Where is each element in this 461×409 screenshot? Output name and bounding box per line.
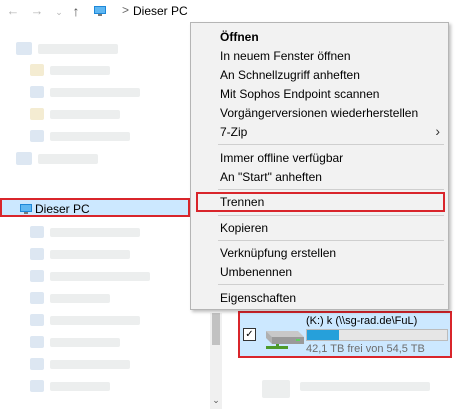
scroll-down-icon[interactable]: ⌄ <box>211 394 221 406</box>
chevron-down-icon[interactable]: ⌄ <box>50 3 68 21</box>
blurred-nav-label <box>50 110 120 119</box>
blurred-nav-icon <box>30 248 44 260</box>
navigation-pane: Dieser PC <box>0 22 210 409</box>
breadcrumb-separator: > <box>122 3 130 17</box>
blurred-drive-icon <box>262 380 290 398</box>
blurred-nav-label <box>50 360 130 369</box>
menu-item-disconnect[interactable]: Trennen <box>196 192 445 212</box>
back-icon[interactable]: ← <box>4 2 22 20</box>
nav-item-label: Dieser PC <box>35 202 90 216</box>
blurred-nav-label <box>50 88 140 97</box>
drive-usage-fill <box>307 330 340 340</box>
blurred-nav-label <box>50 250 130 259</box>
blurred-nav-label <box>50 382 110 391</box>
blurred-nav-label <box>38 44 118 54</box>
blurred-nav-label <box>50 132 130 141</box>
menu-item-label: Immer offline verfügbar <box>220 151 344 165</box>
breadcrumb-location[interactable]: Dieser PC <box>133 4 188 18</box>
blurred-nav-icon <box>30 380 44 392</box>
menu-separator <box>218 189 444 190</box>
blurred-nav-label <box>50 66 110 75</box>
menu-item-pin-to-start[interactable]: An "Start" anheften <box>191 167 448 187</box>
menu-item-label: Vorgängerversionen wiederherstellen <box>220 106 419 120</box>
nav-item-this-pc[interactable]: Dieser PC <box>0 198 190 217</box>
menu-item-label: Umbenennen <box>220 265 293 279</box>
submenu-arrow-icon: › <box>435 123 440 139</box>
forward-icon[interactable]: → <box>28 2 46 20</box>
blurred-nav-icon <box>30 336 44 348</box>
menu-item-label: 7-Zip <box>220 125 248 139</box>
blurred-nav-icon <box>16 42 32 55</box>
context-menu: Öffnen In neuem Fenster öffnen An Schnel… <box>190 22 449 310</box>
menu-item-create-shortcut[interactable]: Verknüpfung erstellen <box>191 243 448 263</box>
address-bar: ← → ⌄ ↑ > Dieser PC <box>0 0 461 22</box>
blurred-nav-icon <box>16 152 32 165</box>
menu-item-pin-quick-access[interactable]: An Schnellzugriff anheften <box>191 65 448 85</box>
menu-item-label: Kopieren <box>220 221 269 235</box>
menu-item-label: Verknüpfung erstellen <box>220 246 337 260</box>
this-pc-icon <box>20 204 32 214</box>
blurred-nav-icon <box>30 270 44 282</box>
menu-item-7zip[interactable]: 7-Zip › <box>191 122 448 142</box>
menu-item-label: Mit Sophos Endpoint scannen <box>220 87 380 101</box>
blurred-nav-icon <box>30 64 44 76</box>
up-icon[interactable]: ↑ <box>67 2 85 20</box>
menu-item-rename[interactable]: Umbenennen <box>191 262 448 282</box>
menu-item-label: An Schnellzugriff anheften <box>220 68 360 82</box>
menu-separator <box>218 144 444 145</box>
menu-item-label: An "Start" anheften <box>220 170 322 184</box>
blurred-nav-label <box>50 338 120 347</box>
blurred-nav-icon <box>30 108 44 120</box>
menu-item-label: Öffnen <box>220 30 259 44</box>
menu-item-copy[interactable]: Kopieren <box>191 218 448 238</box>
menu-item-restore-previous-versions[interactable]: Vorgängerversionen wiederherstellen <box>191 103 448 123</box>
this-pc-icon <box>94 6 106 16</box>
network-drive-icon <box>266 331 304 349</box>
blurred-nav-label <box>38 154 98 164</box>
network-drive-tile[interactable]: ✓ (K:) k (\\sg-rad.de\FuL) 42,1 TB frei … <box>238 311 452 358</box>
blurred-nav-icon <box>30 314 44 326</box>
blurred-nav-icon <box>30 86 44 98</box>
menu-item-label: In neuem Fenster öffnen <box>220 49 351 63</box>
blurred-nav-label <box>50 228 140 237</box>
blurred-nav-label <box>50 316 140 325</box>
blurred-nav-icon <box>30 226 44 238</box>
drive-usage-bar <box>306 329 448 341</box>
menu-item-label: Trennen <box>220 195 265 209</box>
menu-item-open[interactable]: Öffnen <box>191 27 448 47</box>
drive-free-space: 42,1 TB frei von 54,5 TB <box>306 343 425 355</box>
blurred-nav-label <box>50 294 110 303</box>
blurred-drive-label <box>300 382 430 391</box>
menu-item-properties[interactable]: Eigenschaften <box>191 288 448 308</box>
drive-checkbox[interactable]: ✓ <box>243 328 256 341</box>
menu-item-label: Eigenschaften <box>220 291 297 305</box>
scrollbar-thumb[interactable] <box>212 313 220 345</box>
blurred-nav-icon <box>30 130 44 142</box>
blurred-nav-icon <box>30 292 44 304</box>
menu-item-sophos-scan[interactable]: Mit Sophos Endpoint scannen <box>191 84 448 104</box>
menu-separator <box>218 240 444 241</box>
blurred-nav-label <box>50 272 150 281</box>
menu-item-always-offline[interactable]: Immer offline verfügbar <box>191 148 448 168</box>
drive-name: (K:) k (\\sg-rad.de\FuL) <box>306 315 418 327</box>
menu-item-open-new-window[interactable]: In neuem Fenster öffnen <box>191 46 448 66</box>
menu-separator <box>218 284 444 285</box>
blurred-nav-icon <box>30 358 44 370</box>
menu-separator <box>218 215 444 216</box>
